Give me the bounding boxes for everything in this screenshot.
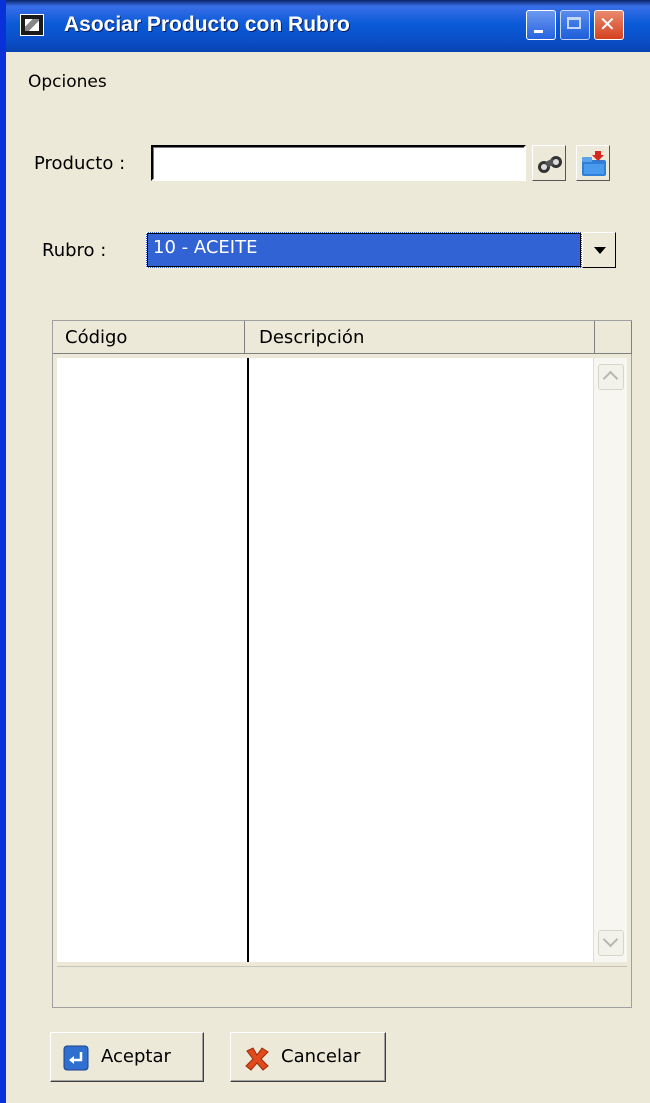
rubro-label: Rubro : bbox=[42, 240, 107, 261]
window-title: Asociar Producto con Rubro bbox=[64, 13, 350, 36]
binoculars-icon bbox=[538, 156, 562, 173]
chevron-down-icon[interactable] bbox=[582, 232, 616, 268]
column-header-descripcion[interactable]: Descripción bbox=[245, 321, 595, 354]
accept-button[interactable]: Aceptar bbox=[50, 1032, 204, 1082]
app-icon[interactable] bbox=[20, 14, 44, 36]
cancel-label: Cancelar bbox=[281, 1046, 361, 1067]
cancel-button[interactable]: Cancelar bbox=[230, 1032, 386, 1082]
window: Asociar Producto con Rubro Opciones Prod… bbox=[0, 0, 650, 1103]
accept-label: Aceptar bbox=[101, 1046, 171, 1067]
maximize-button[interactable] bbox=[560, 10, 590, 40]
table-body[interactable] bbox=[57, 358, 627, 962]
minimize-button[interactable] bbox=[526, 10, 556, 40]
column-header-filler bbox=[595, 321, 632, 354]
scroll-down-icon[interactable] bbox=[598, 930, 624, 956]
producto-input[interactable] bbox=[151, 145, 526, 181]
column-header-codigo[interactable]: Código bbox=[53, 321, 245, 354]
close-button[interactable] bbox=[594, 10, 624, 40]
enter-icon bbox=[63, 1045, 89, 1071]
column-separator bbox=[247, 358, 249, 962]
menu-opciones[interactable]: Opciones bbox=[28, 72, 107, 92]
search-product-button[interactable] bbox=[532, 145, 566, 181]
cancel-x-icon bbox=[245, 1047, 269, 1071]
title-bar[interactable]: Asociar Producto con Rubro bbox=[6, 0, 650, 52]
scroll-up-icon[interactable] bbox=[598, 364, 624, 390]
horizontal-scrollbar[interactable] bbox=[57, 966, 627, 1002]
rubro-select[interactable]: 10 - ACEITE bbox=[146, 232, 582, 268]
vertical-scrollbar[interactable] bbox=[593, 358, 627, 962]
open-product-button[interactable] bbox=[576, 145, 610, 181]
products-table: Código Descripción bbox=[52, 320, 632, 1008]
producto-label: Producto : bbox=[34, 153, 126, 174]
folder-icon bbox=[582, 151, 606, 176]
